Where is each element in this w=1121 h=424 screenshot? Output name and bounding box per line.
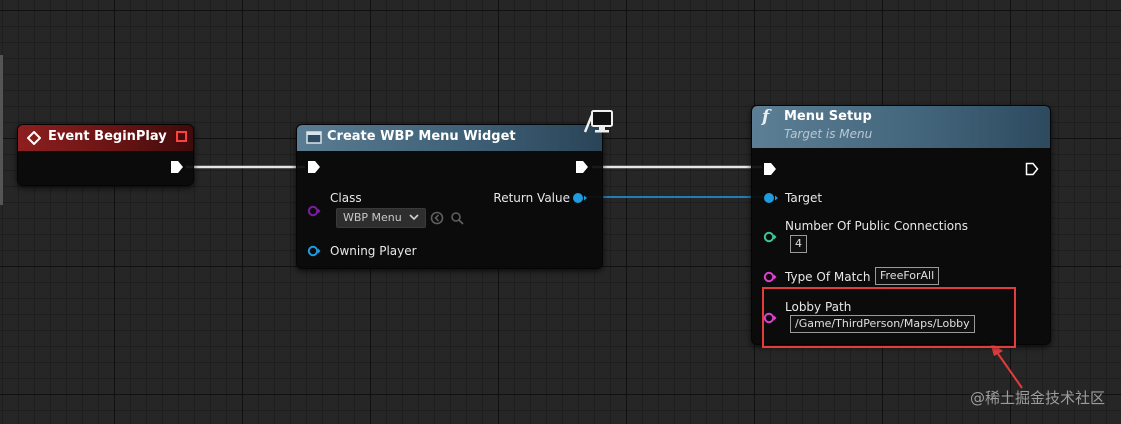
type-of-match-pin-icon[interactable] — [763, 271, 777, 283]
return-value-pin-icon[interactable] — [572, 192, 588, 204]
menu-setup-title: Menu Setup — [784, 109, 872, 124]
use-selected-icon[interactable] — [430, 211, 444, 225]
function-f-icon: f — [762, 107, 770, 127]
connections-field[interactable]: 4 — [790, 235, 807, 253]
event-diamond-icon — [27, 131, 41, 145]
class-label: Class — [330, 191, 362, 205]
widget-rect-icon — [306, 131, 322, 144]
connections-pin-icon[interactable] — [763, 231, 777, 243]
exec-out-pin-icon[interactable] — [170, 160, 184, 174]
exec-out-pin-icon[interactable] — [575, 160, 589, 174]
type-of-match-field[interactable]: FreeForAll — [875, 267, 940, 285]
event-beginplay-title: Event BeginPlay — [48, 129, 167, 144]
exec-in-pin-icon[interactable] — [307, 160, 321, 174]
menu-setup-subtitle: Target is Menu — [784, 127, 873, 141]
create-widget-header[interactable]: Create WBP Menu Widget — [297, 125, 602, 151]
exec-out-pin-icon[interactable] — [1025, 162, 1039, 176]
connections-label: Number Of Public Connections — [785, 219, 968, 233]
annotation-highlight-box — [762, 287, 1016, 348]
browse-search-icon[interactable] — [450, 211, 464, 225]
monitor-icon — [583, 110, 613, 133]
target-label: Target — [785, 191, 823, 205]
class-dropdown-value: WBP Menu — [343, 211, 402, 224]
return-value-label: Return Value — [493, 191, 570, 205]
watermark: @稀土掘金技术社区 — [969, 389, 1105, 407]
event-beginplay-node[interactable]: Event BeginPlay — [17, 124, 194, 186]
owning-player-label: Owning Player — [330, 244, 417, 258]
owning-player-pin-icon[interactable] — [307, 245, 321, 257]
create-widget-title: Create WBP Menu Widget — [327, 129, 516, 144]
delegate-pin-icon[interactable] — [176, 131, 187, 142]
class-pin-icon[interactable] — [307, 205, 321, 217]
menu-setup-header[interactable]: f Menu Setup Target is Menu — [752, 106, 1050, 148]
class-dropdown[interactable]: WBP Menu — [336, 208, 427, 228]
type-of-match-label: Type Of Match — [785, 270, 871, 284]
event-beginplay-header[interactable]: Event BeginPlay — [18, 125, 193, 151]
create-widget-node[interactable]: Create WBP Menu Widget Class WBP Menu Ow… — [296, 124, 603, 269]
exec-in-pin-icon[interactable] — [763, 162, 777, 176]
annotation-arrow — [993, 347, 1023, 389]
chevron-down-icon — [409, 214, 419, 221]
target-pin-icon[interactable] — [763, 192, 779, 204]
